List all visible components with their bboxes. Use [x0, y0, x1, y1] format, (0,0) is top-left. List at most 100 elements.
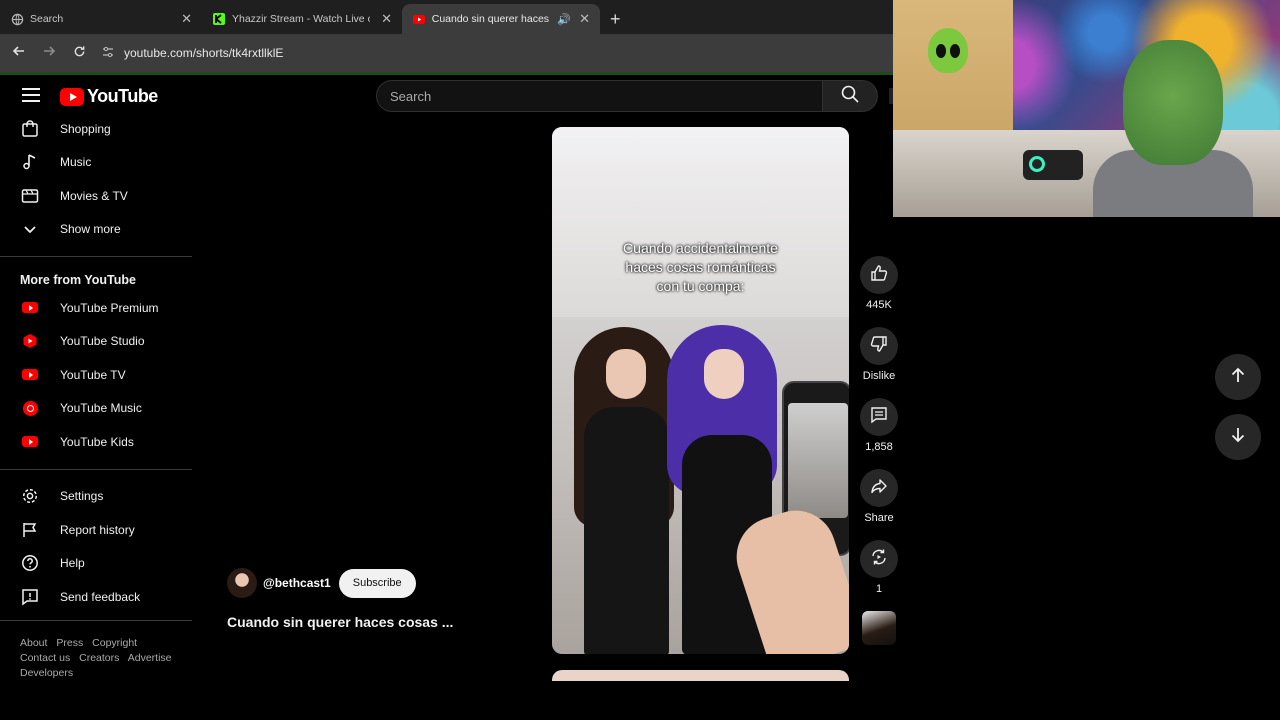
shorts-video-player[interactable]: Cuando accidentalmente haces cosas román… — [552, 127, 849, 654]
comments-button[interactable] — [860, 398, 898, 436]
sidebar-item-label: Music — [60, 155, 92, 170]
close-tab-icon[interactable]: ✕ — [173, 11, 192, 27]
video-caption: Cuando accidentalmente haces cosas román… — [552, 239, 849, 296]
share-label: Share — [864, 512, 894, 524]
sidebar-item-youtube-music[interactable]: YouTube Music — [0, 392, 192, 426]
channel-handle[interactable]: @bethcast1 — [263, 576, 331, 590]
sidebar-item-help[interactable]: Help — [0, 547, 192, 581]
alien-figure — [928, 28, 968, 73]
sidebar-item-label: Settings — [60, 489, 104, 504]
webcam-device — [1023, 150, 1083, 180]
footer-link-copyright[interactable]: Copyright — [92, 637, 137, 649]
gear-icon — [20, 486, 40, 506]
footer-link-advertise[interactable]: Advertise — [128, 652, 172, 664]
video-person-left — [574, 327, 674, 654]
tab-title: Yhazzir Stream - Watch Live on — [232, 13, 370, 25]
arrow-down-icon — [1229, 426, 1247, 449]
sidebar-item-label: Send feedback — [60, 589, 141, 604]
comment-count: 1,858 — [865, 441, 893, 453]
sidebar-footer-links: About Press Copyright Contact us Creator… — [20, 636, 190, 681]
site-info-icon[interactable] — [102, 46, 114, 61]
close-tab-icon[interactable]: ✕ — [571, 11, 590, 27]
webcam-overlay — [893, 0, 1280, 217]
sidebar-item-label: Shopping — [60, 121, 111, 136]
sidebar-item-shopping[interactable]: Shopping — [0, 112, 192, 146]
sidebar-item-settings[interactable]: Settings — [0, 480, 192, 514]
search-button[interactable] — [822, 80, 878, 112]
short-title[interactable]: Cuando sin querer haces cosas ... — [227, 614, 453, 630]
sidebar-divider — [0, 256, 192, 257]
share-button[interactable] — [860, 469, 898, 507]
share-action: Share — [857, 469, 901, 524]
bottom-letterbox — [0, 681, 1280, 720]
shopping-bag-icon — [20, 119, 40, 139]
chevron-down-icon — [20, 219, 40, 239]
browser-tab-youtube[interactable]: Cuando sin querer haces co 🔊 ✕ — [402, 4, 600, 34]
tab-title: Cuando sin querer haces co — [431, 13, 552, 25]
sidebar-item-youtube-studio[interactable]: YouTube Studio — [0, 325, 192, 359]
sidebar-item-movies-tv[interactable]: Movies & TV — [0, 179, 192, 213]
arrow-up-icon — [1229, 366, 1247, 389]
reload-icon[interactable] — [64, 45, 94, 62]
like-button[interactable] — [860, 256, 898, 294]
browser-tab-search[interactable]: Search ✕ — [0, 4, 202, 34]
back-arrow-icon[interactable] — [4, 44, 34, 62]
dislike-button[interactable] — [860, 327, 898, 365]
dislike-action: Dislike — [857, 327, 901, 382]
close-tab-icon[interactable]: ✕ — [373, 11, 392, 27]
flag-icon — [20, 520, 40, 540]
forward-arrow-icon[interactable] — [34, 44, 64, 62]
footer-link-contact[interactable]: Contact us — [20, 652, 70, 664]
sidebar-item-label: YouTube Kids — [60, 434, 134, 449]
footer-link-about[interactable]: About — [20, 637, 47, 649]
subscribe-button[interactable]: Subscribe — [338, 568, 416, 598]
hamburger-menu-icon[interactable] — [22, 88, 40, 102]
previous-short-button[interactable] — [1215, 354, 1261, 400]
browser-tab-bar: Search ✕ Yhazzir Stream - Watch Live on … — [0, 0, 893, 34]
sidebar-item-label: YouTube Premium — [60, 300, 159, 315]
new-tab-button[interactable]: + — [600, 4, 631, 34]
streamer-alien-mask — [1123, 40, 1223, 165]
sidebar-item-youtube-tv[interactable]: YouTube TV — [0, 358, 192, 392]
sidebar-item-report-history[interactable]: Report history — [0, 513, 192, 547]
clapperboard-icon — [20, 186, 40, 206]
footer-link-press[interactable]: Press — [56, 637, 83, 649]
remix-count: 1 — [875, 583, 883, 595]
channel-avatar[interactable] — [227, 568, 257, 598]
search-input[interactable] — [377, 81, 822, 111]
sound-thumbnail[interactable] — [862, 611, 896, 645]
sidebar-item-youtube-premium[interactable]: YouTube Premium — [0, 291, 192, 325]
remix-button[interactable] — [860, 540, 898, 578]
caption-line: con tu compa: — [656, 278, 745, 294]
youtube-logo[interactable]: YouTube — [60, 86, 158, 107]
thumbs-down-icon — [870, 335, 888, 358]
footer-link-developers[interactable]: Developers — [20, 667, 73, 679]
globe-icon — [10, 12, 24, 26]
speaker-icon[interactable]: 🔊 — [557, 13, 571, 26]
footer-link-creators[interactable]: Creators — [79, 652, 119, 664]
shorts-actions: 445K Dislike 1,858 Share 1 — [857, 256, 901, 645]
dislike-label: Dislike — [862, 370, 896, 382]
search-box — [376, 80, 823, 112]
browser-tab-kick[interactable]: Yhazzir Stream - Watch Live on ✕ — [202, 4, 402, 34]
youtube-studio-icon — [20, 331, 40, 351]
next-short-button[interactable] — [1215, 414, 1261, 460]
more-from-youtube-heading: More from YouTube — [20, 273, 136, 287]
sidebar-item-send-feedback[interactable]: Send feedback — [0, 580, 192, 614]
share-arrow-icon — [870, 477, 888, 500]
remix-action: 1 — [857, 540, 901, 595]
sidebar: Shopping Music Movies & TV Show more Mor… — [0, 112, 192, 631]
like-action: 445K — [857, 256, 901, 311]
remix-icon — [870, 548, 888, 571]
sidebar-item-youtube-kids[interactable]: YouTube Kids — [0, 425, 192, 459]
sidebar-item-show-more[interactable]: Show more — [0, 213, 192, 247]
caption-line: Cuando accidentalmente — [623, 240, 778, 256]
help-icon — [20, 553, 40, 573]
sidebar-item-music[interactable]: Music — [0, 146, 192, 180]
sidebar-divider — [0, 468, 192, 470]
thumbs-up-icon — [870, 264, 888, 287]
sidebar-divider — [0, 619, 192, 621]
sidebar-item-label: Report history — [60, 522, 135, 537]
channel-info: @bethcast1 Subscribe — [227, 568, 416, 598]
url-field[interactable]: youtube.com/shorts/tk4rxtllklE — [102, 46, 283, 61]
